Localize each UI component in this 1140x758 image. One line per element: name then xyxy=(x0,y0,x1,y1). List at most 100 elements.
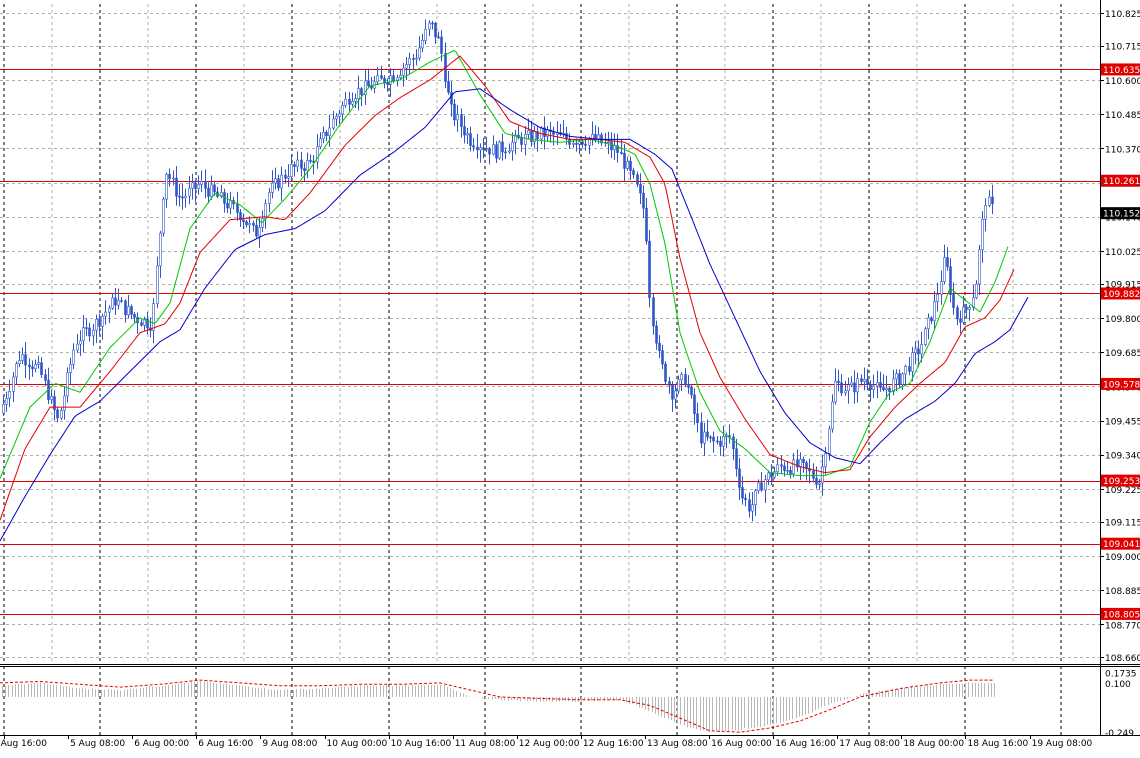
candle-body xyxy=(636,174,639,185)
candle-body xyxy=(488,148,491,155)
candle-body xyxy=(930,317,933,322)
candle-body xyxy=(520,137,523,145)
candle-body xyxy=(722,436,725,447)
time-axis: 4 Aug 16:00 5 Aug 08:00 6 Aug 00:00 6 Aug 1… xyxy=(0,735,1093,749)
oscillator-tick-label: 0.100 xyxy=(1105,680,1131,690)
price-tick-label: 108.770 xyxy=(1105,621,1140,631)
time-tick-label: 5 Aug 08:00 xyxy=(70,739,125,749)
candle-body xyxy=(760,482,763,491)
price-tick-label: 110.600 xyxy=(1105,77,1140,87)
candle-body xyxy=(168,174,171,180)
candle-body xyxy=(703,431,706,444)
candle-body xyxy=(623,152,626,169)
candle-body xyxy=(863,379,866,382)
candle-body xyxy=(853,382,856,393)
candle-body xyxy=(988,196,991,206)
candle-body xyxy=(818,482,821,485)
price-tick-label: 109.225 xyxy=(1105,486,1140,496)
candle-body xyxy=(376,75,379,83)
candle-body xyxy=(108,307,111,313)
candle-body xyxy=(588,138,591,146)
candle-body xyxy=(258,227,261,237)
candle-body xyxy=(469,133,472,146)
candle-body xyxy=(85,327,88,329)
candle-body xyxy=(978,249,981,285)
time-tick-label: 6 Aug 16:00 xyxy=(198,739,253,749)
candle-body xyxy=(213,184,216,193)
candle-body xyxy=(399,75,402,79)
moving-average-medium xyxy=(0,55,1015,521)
candle-body xyxy=(440,36,443,54)
candle-body xyxy=(917,348,920,355)
candle-body xyxy=(200,181,203,185)
candle-body xyxy=(780,464,783,467)
candle-body xyxy=(236,203,239,213)
candle-body xyxy=(140,322,143,326)
candle-body xyxy=(290,164,293,177)
candle-body xyxy=(984,205,987,220)
price-tick-label: 110.370 xyxy=(1105,145,1140,155)
candle-body xyxy=(869,384,872,391)
candle-body xyxy=(12,376,15,392)
candle-body xyxy=(380,75,383,79)
candle-body xyxy=(127,306,130,316)
time-tick-label: 16 Aug 00:00 xyxy=(711,739,772,749)
price-axis: 110.825 110.715 110.600 110.485 110.370 110.2… xyxy=(1100,10,1140,739)
candle-body xyxy=(319,138,322,147)
candle-body xyxy=(904,366,907,375)
candle-body xyxy=(431,22,434,25)
candle-body xyxy=(652,297,655,327)
candle-body xyxy=(920,344,923,355)
candle-body xyxy=(885,387,888,391)
candle-body xyxy=(776,464,779,472)
candle-body xyxy=(335,116,338,120)
candle-body xyxy=(812,470,815,479)
candle-body xyxy=(524,134,527,145)
candle-body xyxy=(872,385,875,391)
candle-body xyxy=(31,366,34,370)
candle-body xyxy=(693,394,696,415)
candle-body xyxy=(876,382,879,387)
candle-body xyxy=(754,490,757,506)
candle-body xyxy=(156,265,159,304)
price-tick-label: 108.885 xyxy=(1105,587,1140,597)
candle-body xyxy=(504,151,507,154)
candle-body xyxy=(72,349,75,365)
candle-body xyxy=(312,160,315,163)
candle-body xyxy=(424,28,427,41)
candle-body xyxy=(850,382,853,386)
candle-body xyxy=(741,487,744,499)
candle-body xyxy=(194,182,197,189)
candle-body xyxy=(392,75,395,82)
time-tick-label: 12 Aug 16:00 xyxy=(583,739,644,749)
candle-body xyxy=(661,350,664,365)
candle-body xyxy=(428,22,431,30)
candle-body xyxy=(511,142,514,152)
chart-window[interactable]: 110.825 110.715 110.600 110.485 110.370 110.2… xyxy=(0,0,1140,754)
price-tick-label: 110.825 xyxy=(1105,10,1140,20)
candle-body xyxy=(210,184,213,197)
candle-body xyxy=(332,118,335,129)
candle-body xyxy=(837,380,840,383)
candle-body xyxy=(968,307,971,310)
price-tick-label: 109.115 xyxy=(1105,519,1140,529)
candle-body xyxy=(802,459,805,463)
candle-body xyxy=(322,131,325,140)
candle-body xyxy=(799,459,802,468)
oscillator-tick-label: 0.1735 xyxy=(1105,670,1137,680)
candle-body xyxy=(252,222,255,226)
candle-body xyxy=(415,57,418,60)
candle-body xyxy=(898,373,901,385)
candle-body xyxy=(386,82,389,85)
candle-body xyxy=(860,378,863,382)
candle-body xyxy=(44,374,47,381)
price-chart[interactable]: 110.825 110.715 110.600 110.485 110.370 110.2… xyxy=(0,0,1140,754)
candle-body xyxy=(95,319,98,331)
time-tick-label: 4 Aug 16:00 xyxy=(0,739,47,749)
candle-body xyxy=(840,382,843,394)
horizontal-levels xyxy=(0,69,1100,615)
candle-body xyxy=(831,401,834,430)
candle-body xyxy=(911,352,914,372)
candle-body xyxy=(367,80,370,87)
candle-body xyxy=(405,64,408,69)
